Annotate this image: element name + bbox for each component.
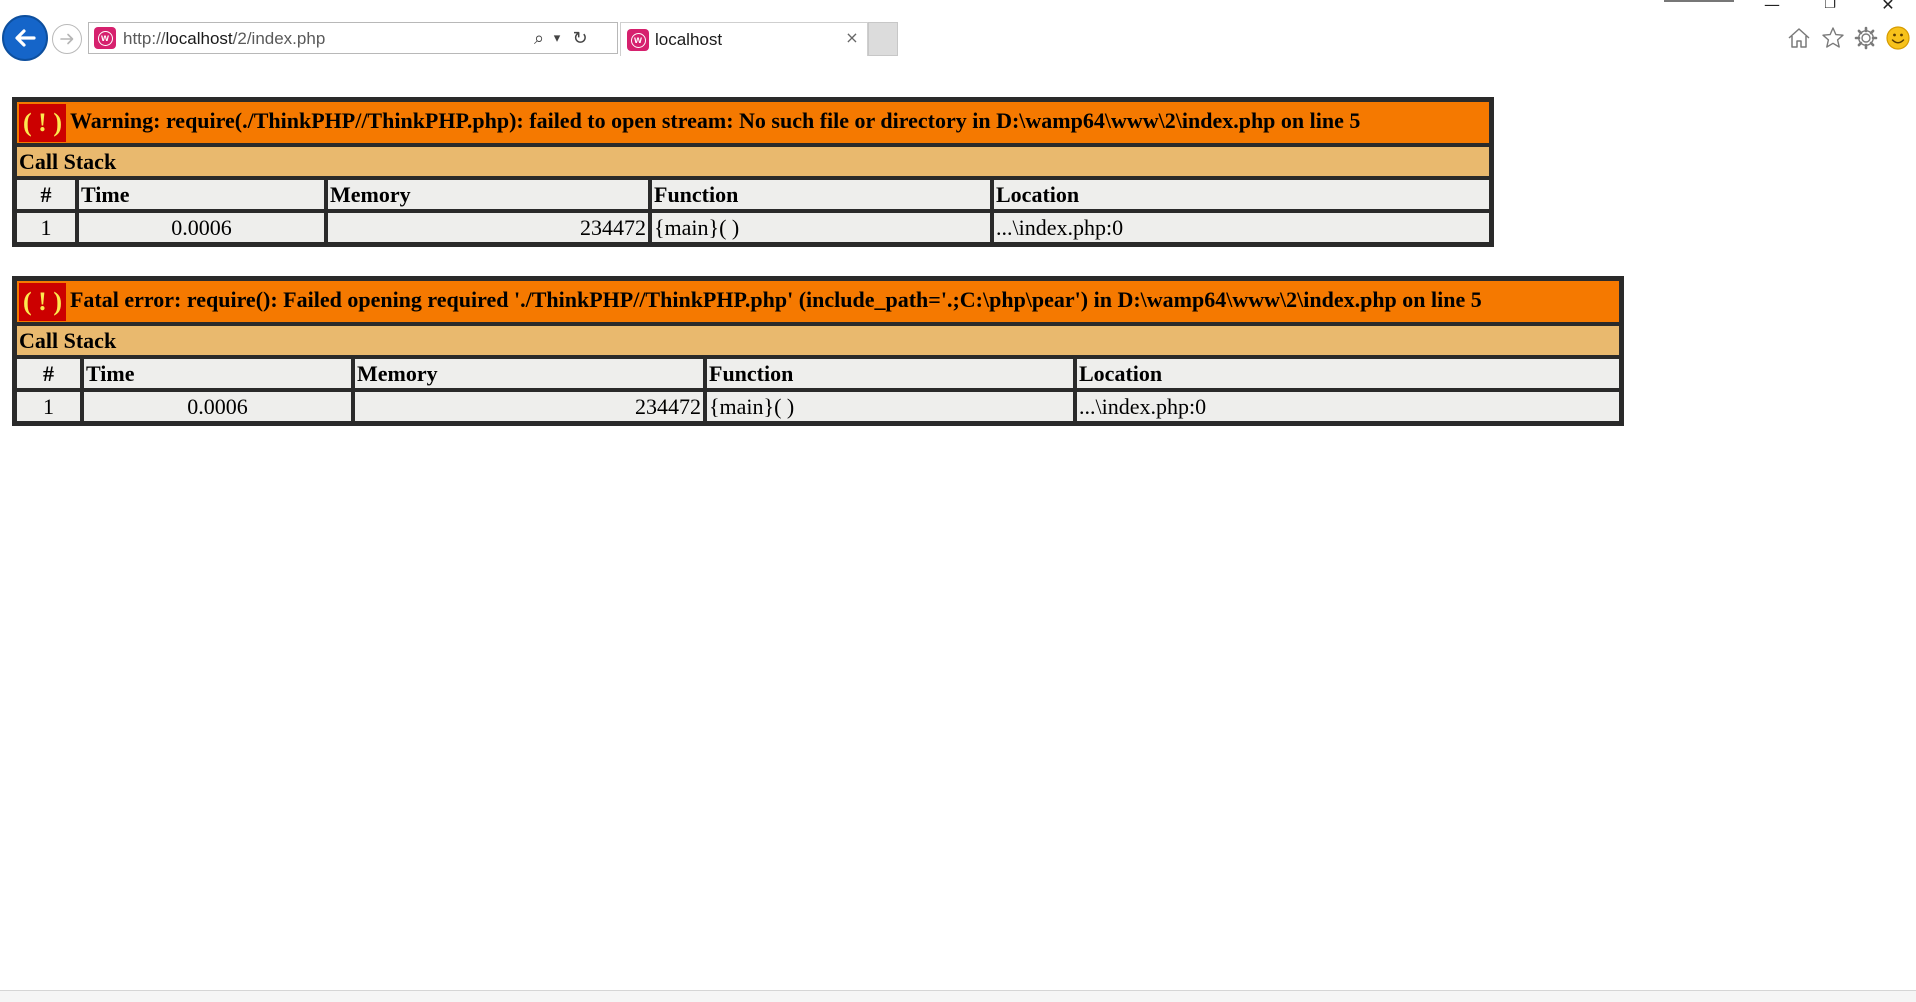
callstack-label: Call Stack	[15, 324, 1621, 357]
xdebug-fatal-error-table: ( ! ) Fatal error: require(): Failed open…	[12, 276, 1624, 426]
address-dropdown-icon[interactable]: ▾	[549, 27, 565, 49]
close-window-button[interactable]: ✕	[1868, 0, 1908, 14]
table-row: 1 0.0006 234472 {main}( ) ...\index.php:…	[15, 211, 1491, 244]
cell-time: 0.0006	[82, 390, 353, 423]
tab-localhost[interactable]: w localhost ×	[620, 22, 868, 56]
forward-button[interactable]	[52, 24, 82, 54]
error-icon: ( ! )	[19, 103, 66, 142]
xdebug-warning-table: ( ! ) Warning: require(./ThinkPHP//ThinkP…	[12, 97, 1494, 247]
cell-memory: 234472	[326, 211, 650, 244]
new-tab-button[interactable]	[868, 22, 898, 56]
favorites-star-icon[interactable]	[1819, 24, 1847, 52]
callstack-label: Call Stack	[15, 145, 1491, 178]
address-url[interactable]: http://localhost/2/index.php	[123, 29, 325, 49]
cell-number: 1	[15, 211, 77, 244]
col-header-function: Function	[650, 178, 992, 211]
restore-button[interactable]: ❐	[1810, 0, 1850, 14]
error-message-cell: ( ! ) Fatal error: require(): Failed open…	[15, 279, 1621, 324]
error-message-row: ( ! ) Fatal error: require(): Failed open…	[15, 279, 1621, 324]
title-bar-indicator	[1664, 0, 1734, 2]
col-header-number: #	[15, 178, 77, 211]
refresh-icon[interactable]: ↻	[569, 27, 591, 49]
column-header-row: # Time Memory Function Location	[15, 357, 1621, 390]
col-header-location: Location	[992, 178, 1491, 211]
error-message-row: ( ! ) Warning: require(./ThinkPHP//ThinkP…	[15, 100, 1491, 145]
arrow-right-icon	[60, 33, 74, 45]
back-button[interactable]	[2, 15, 48, 61]
cell-function: {main}( )	[650, 211, 992, 244]
table-row: 1 0.0006 234472 {main}( ) ...\index.php:…	[15, 390, 1621, 423]
callstack-header-row: Call Stack	[15, 145, 1491, 178]
cell-location: ...\index.php:0	[992, 211, 1491, 244]
close-tab-icon[interactable]: ×	[843, 29, 861, 47]
callstack-header-row: Call Stack	[15, 324, 1621, 357]
col-header-memory: Memory	[326, 178, 650, 211]
cell-function: {main}( )	[705, 390, 1075, 423]
col-header-time: Time	[77, 178, 326, 211]
status-bar	[0, 990, 1916, 1002]
column-header-row: # Time Memory Function Location	[15, 178, 1491, 211]
tab-title: localhost	[655, 30, 723, 49]
col-header-time: Time	[82, 357, 353, 390]
col-header-location: Location	[1075, 357, 1621, 390]
error-icon: ( ! )	[19, 282, 66, 321]
col-header-memory: Memory	[353, 357, 705, 390]
minimize-button[interactable]: —	[1752, 0, 1792, 14]
error-message[interactable]: Warning: require(./ThinkPHP//ThinkPHP.ph…	[70, 108, 1360, 133]
col-header-number: #	[15, 357, 82, 390]
col-header-function: Function	[705, 357, 1075, 390]
error-message[interactable]: Fatal error: require(): Failed opening r…	[70, 287, 1482, 312]
cell-memory: 234472	[353, 390, 705, 423]
feedback-smiley-icon[interactable]	[1884, 24, 1912, 52]
settings-gear-icon[interactable]	[1852, 24, 1880, 52]
search-icon[interactable]: ⌕	[529, 27, 549, 49]
browser-chrome: w http://localhost/2/index.php ⌕ ▾ ↻ w l…	[0, 0, 1916, 80]
cell-time: 0.0006	[77, 211, 326, 244]
arrow-left-icon	[15, 29, 36, 47]
home-icon[interactable]	[1785, 24, 1813, 52]
address-bar[interactable]: w http://localhost/2/index.php ⌕ ▾ ↻	[88, 22, 618, 54]
site-favicon-icon: w	[94, 27, 116, 49]
cell-location: ...\index.php:0	[1075, 390, 1621, 423]
error-message-cell: ( ! ) Warning: require(./ThinkPHP//ThinkP…	[15, 100, 1491, 145]
tab-favicon-icon: w	[627, 29, 649, 51]
cell-number: 1	[15, 390, 82, 423]
